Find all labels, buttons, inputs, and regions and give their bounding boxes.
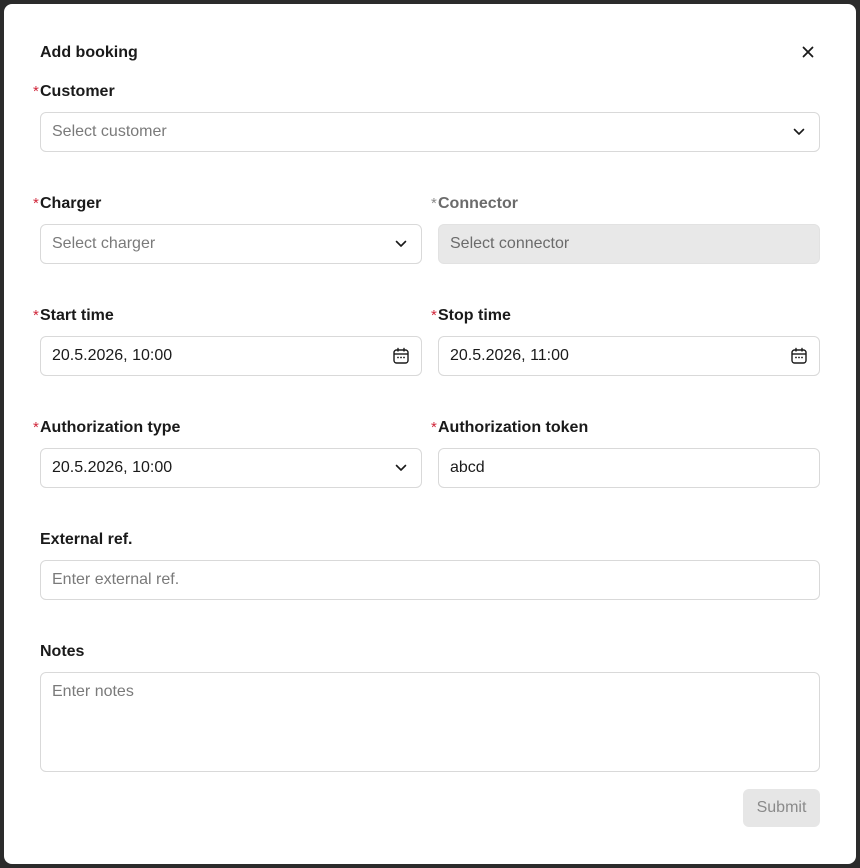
notes-label: Notes	[40, 643, 85, 660]
stop-time-label: Stop time	[438, 307, 511, 324]
close-button[interactable]	[798, 42, 818, 62]
external-ref-label: External ref.	[40, 531, 133, 548]
stop-time-value: 20.5.2026, 11:00	[450, 347, 569, 364]
start-time-label: Start time	[40, 307, 114, 324]
notes-placeholder: Enter notes	[52, 683, 134, 700]
customer-select-placeholder: Select customer	[52, 123, 167, 140]
required-mark: *	[33, 307, 39, 324]
authorization-token-input[interactable]: abcd	[438, 448, 820, 488]
charger-select-placeholder: Select charger	[52, 235, 156, 252]
chevron-down-icon	[392, 459, 410, 477]
charger-label: Charger	[40, 195, 102, 212]
connector-label: Connector	[438, 195, 518, 212]
stop-time-input[interactable]: 20.5.2026, 11:00	[438, 336, 820, 376]
notes-textarea[interactable]: Enter notes	[40, 672, 820, 772]
customer-select[interactable]: Select customer	[40, 112, 820, 152]
calendar-icon[interactable]	[392, 347, 410, 365]
start-time-input[interactable]: 20.5.2026, 10:00	[40, 336, 422, 376]
submit-button[interactable]: Submit	[743, 789, 820, 827]
authorization-token-label: Authorization token	[438, 419, 589, 436]
add-booking-dialog: Add booking * Customer Select customer *…	[4, 4, 856, 864]
calendar-icon[interactable]	[790, 347, 808, 365]
authorization-type-value: 20.5.2026, 10:00	[52, 459, 173, 476]
authorization-type-select[interactable]: 20.5.2026, 10:00	[40, 448, 422, 488]
authorization-token-value: abcd	[450, 459, 485, 476]
charger-select[interactable]: Select charger	[40, 224, 422, 264]
customer-label: Customer	[40, 83, 115, 100]
chevron-down-icon	[392, 235, 410, 253]
required-mark: *	[33, 83, 39, 100]
dialog-title: Add booking	[40, 44, 138, 61]
required-mark: *	[431, 419, 437, 436]
authorization-type-label: Authorization type	[40, 419, 181, 436]
required-mark: *	[431, 307, 437, 324]
required-mark: *	[33, 195, 39, 212]
chevron-down-icon	[790, 123, 808, 141]
start-time-value: 20.5.2026, 10:00	[52, 347, 173, 364]
external-ref-placeholder: Enter external ref.	[52, 571, 180, 588]
required-mark: *	[431, 195, 437, 212]
close-icon	[802, 46, 814, 58]
connector-select-placeholder: Select connector	[450, 235, 570, 252]
external-ref-input[interactable]: Enter external ref.	[40, 560, 820, 600]
required-mark: *	[33, 419, 39, 436]
connector-select: Select connector	[438, 224, 820, 264]
